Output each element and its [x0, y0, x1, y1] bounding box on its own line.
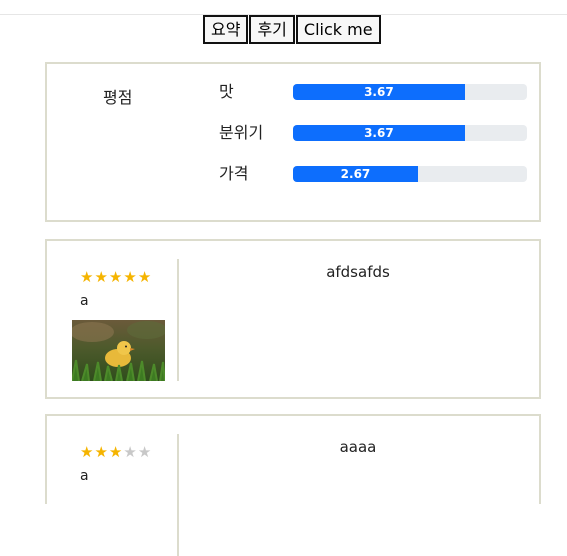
review-meta: ★★★★★ a	[47, 259, 179, 381]
rating-summary-panel: 평점 맛 3.67 분위기 3.67 가격 2.67	[45, 62, 541, 222]
rating-bar: 3.67	[293, 84, 527, 100]
star-filled-icon: ★	[123, 268, 138, 286]
review-text: afdsafds	[326, 263, 390, 281]
review-card: ★★★★★ a aaaa	[45, 414, 541, 556]
review-card: ★★★★★ a afdsafds	[45, 239, 541, 399]
star-filled-icon: ★	[108, 443, 124, 461]
tab-bar: 요약 후기 Click me	[203, 15, 382, 44]
click-me-button[interactable]: Click me	[295, 15, 381, 44]
star-empty-icon: ★	[123, 443, 138, 461]
star-filled-icon: ★	[137, 268, 153, 286]
review-author: a	[80, 293, 89, 309]
star-rating: ★★★★★	[80, 269, 152, 285]
tab-summary[interactable]: 요약	[203, 15, 249, 44]
star-filled-icon: ★	[108, 268, 124, 286]
rating-bar-fill: 3.67	[293, 84, 465, 100]
rating-bar-fill: 3.67	[293, 125, 465, 141]
rating-bar: 3.67	[293, 125, 527, 141]
review-text: aaaa	[339, 438, 377, 456]
rating-label: 맛	[219, 82, 234, 101]
star-rating: ★★★★★	[80, 444, 152, 460]
star-filled-icon: ★	[80, 443, 95, 461]
rating-bar: 2.67	[293, 166, 527, 182]
review-meta: ★★★★★ a	[47, 434, 179, 556]
rating-bar-fill: 2.67	[293, 166, 418, 182]
star-filled-icon: ★	[94, 268, 109, 286]
review-photo[interactable]	[72, 320, 165, 381]
star-filled-icon: ★	[94, 443, 109, 461]
star-filled-icon: ★	[80, 268, 95, 286]
rating-label: 분위기	[219, 123, 264, 142]
duckling-photo-image	[72, 320, 165, 381]
rating-title: 평점	[103, 88, 133, 107]
star-empty-icon: ★	[137, 443, 153, 461]
rating-label: 가격	[219, 164, 249, 183]
tab-reviews[interactable]: 후기	[249, 15, 295, 44]
